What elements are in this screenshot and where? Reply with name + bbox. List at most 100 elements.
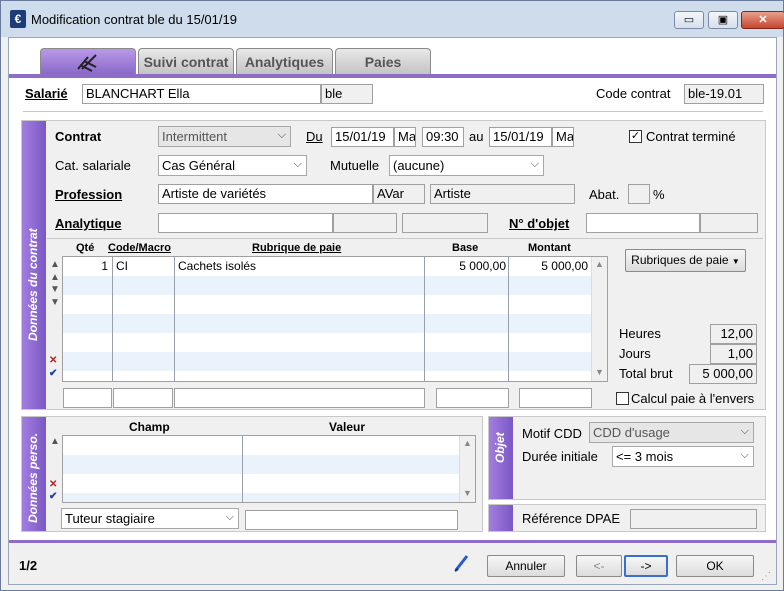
rubriques-button-label: Rubriques de paie [631,253,729,267]
code-contrat-label: Code contrat [596,86,671,101]
cat-salariale-select[interactable]: Cas Général ⌵ [158,155,307,176]
footer-bar: 1/2 Annuler <- -> OK ⋰ [9,540,776,584]
minimize-icon: ▭ [683,14,695,26]
cell-qte: 1 [101,259,108,273]
chevron-down-icon: ⌵ [225,511,234,523]
contrat-side-band: Données du contrat [22,121,46,409]
analytique-desc-field[interactable] [402,213,488,233]
validate-row-icon[interactable]: ✔ [49,369,57,379]
profession-field[interactable]: Artiste de variétés [158,184,373,204]
analytique-code-field[interactable] [333,213,397,233]
perso-scrollbar[interactable]: ▲ ▼ [459,436,475,502]
table-row[interactable] [63,295,591,314]
champ-select[interactable]: Tuteur stagiaire ⌵ [61,508,239,529]
tab-underline [9,74,776,78]
validate-row-icon[interactable]: ✔ [49,492,57,502]
au-ampm-field[interactable]: Ma [552,127,574,147]
calcul-envers-label: Calcul paie à l'envers [631,391,755,406]
ok-button[interactable]: OK [676,555,754,577]
cell-rubrique: Cachets isolés [178,259,257,273]
tab-contrat[interactable] [40,48,136,74]
duree-initiale-select[interactable]: <= 3 mois ⌵ [612,446,754,467]
delete-row-icon[interactable]: ✕ [49,356,57,366]
move-up-icon[interactable]: ▲ [50,273,60,283]
tab-suivi-contrat[interactable]: Suivi contrat [138,48,234,74]
scroll-up-icon[interactable]: ▲ [595,259,604,269]
scroll-down-icon[interactable]: ▼ [595,367,604,377]
move-up-icon[interactable]: ▲ [50,437,60,447]
table-row[interactable] [63,352,591,371]
next-button[interactable]: -> [624,555,668,577]
contrat-termine-checkbox[interactable]: ✓ [629,130,642,143]
objet-side-band: Objet [489,417,513,499]
contrat-type-select[interactable]: Intermittent ⌵ [158,126,291,147]
grid-scrollbar[interactable]: ▲ ▼ [591,257,607,381]
salarie-code-field[interactable]: ble [321,84,373,104]
resize-grip-icon[interactable]: ⋰ [761,571,771,582]
annuler-button[interactable]: Annuler [487,555,565,577]
delete-row-icon[interactable]: ✕ [49,480,57,490]
move-up-icon[interactable]: ▲ [50,260,60,270]
scroll-down-icon[interactable]: ▼ [463,488,472,498]
analytique-field[interactable] [158,213,333,233]
table-row[interactable] [63,474,459,493]
new-base-field[interactable] [436,388,509,408]
new-rubrique-field[interactable] [174,388,425,408]
dpae-label: Référence DPAE [522,511,621,526]
tab-paies[interactable]: Paies [335,48,431,74]
app-window: € Modification contrat ble du 15/01/19 ▭… [0,0,784,591]
table-row[interactable] [63,455,459,474]
au-date-field[interactable]: 15/01/19 [489,127,552,147]
col-rubrique-header: Rubrique de paie [252,242,342,254]
column-divider [508,257,509,381]
new-code-field[interactable] [113,388,173,408]
table-row[interactable]: 1 CI Cachets isolés 5 000,00 5 000,00 [63,257,591,276]
maximize-button[interactable]: ▣ [708,11,738,29]
window-title: Modification contrat ble du 15/01/19 [31,12,237,27]
jours-field[interactable]: 1,00 [710,344,757,364]
new-qte-field[interactable] [63,388,112,408]
close-window-button[interactable]: ✕ [741,11,784,29]
objet-number-field[interactable] [586,213,700,233]
rubriques-de-paie-button[interactable]: Rubriques de paie ▼ [625,249,746,272]
motif-cdd-select[interactable]: CDD d'usage ⌵ [589,422,754,443]
heures-field[interactable]: 12,00 [710,324,757,344]
tab-analytiques[interactable]: Analytiques [236,48,333,74]
table-row[interactable] [63,276,591,295]
previous-button[interactable]: <- [576,555,622,577]
table-row[interactable] [63,436,459,455]
pen-icon[interactable] [453,553,471,576]
valeur-field[interactable] [245,510,458,530]
table-row[interactable] [63,333,591,352]
code-contrat-field[interactable]: ble-19.01 [684,84,764,104]
perso-grid: ▲ ▼ [62,435,476,503]
du-ampm-field[interactable]: Ma [394,127,416,147]
contrat-label: Contrat [55,129,102,144]
du-time-field[interactable]: 09:30 [422,127,464,147]
move-down-icon[interactable]: ▼ [50,285,60,295]
calcul-envers-checkbox[interactable] [616,392,629,405]
column-divider [242,436,243,502]
abat-field[interactable] [628,184,650,204]
chevron-down-icon: ⌵ [740,425,749,437]
champ-select-value: Tuteur stagiaire [65,511,155,526]
objet-number-label: N° d'objet [509,216,570,231]
abat-percent-label: % [653,187,665,202]
dpae-field[interactable] [630,509,757,529]
total-brut-field[interactable]: 5 000,00 [689,364,757,384]
profession-code-field[interactable]: AVar [373,184,425,204]
cat-salariale-label: Cat. salariale [55,158,131,173]
profession-short-field[interactable]: Artiste [430,184,575,204]
mutuelle-select[interactable]: (aucune) ⌵ [389,155,544,176]
col-valeur-header: Valeur [329,420,366,434]
table-row[interactable] [63,314,591,333]
du-date-field[interactable]: 15/01/19 [331,127,394,147]
scroll-up-icon[interactable]: ▲ [463,438,472,448]
objet-number-code-field[interactable] [700,213,758,233]
minimize-button[interactable]: ▭ [674,11,704,29]
table-row[interactable] [63,493,459,502]
move-down-icon[interactable]: ▼ [50,298,60,308]
salarie-name-field[interactable]: BLANCHART Ella [82,84,321,104]
new-montant-field[interactable] [519,388,592,408]
col-base-header: Base [452,242,479,254]
